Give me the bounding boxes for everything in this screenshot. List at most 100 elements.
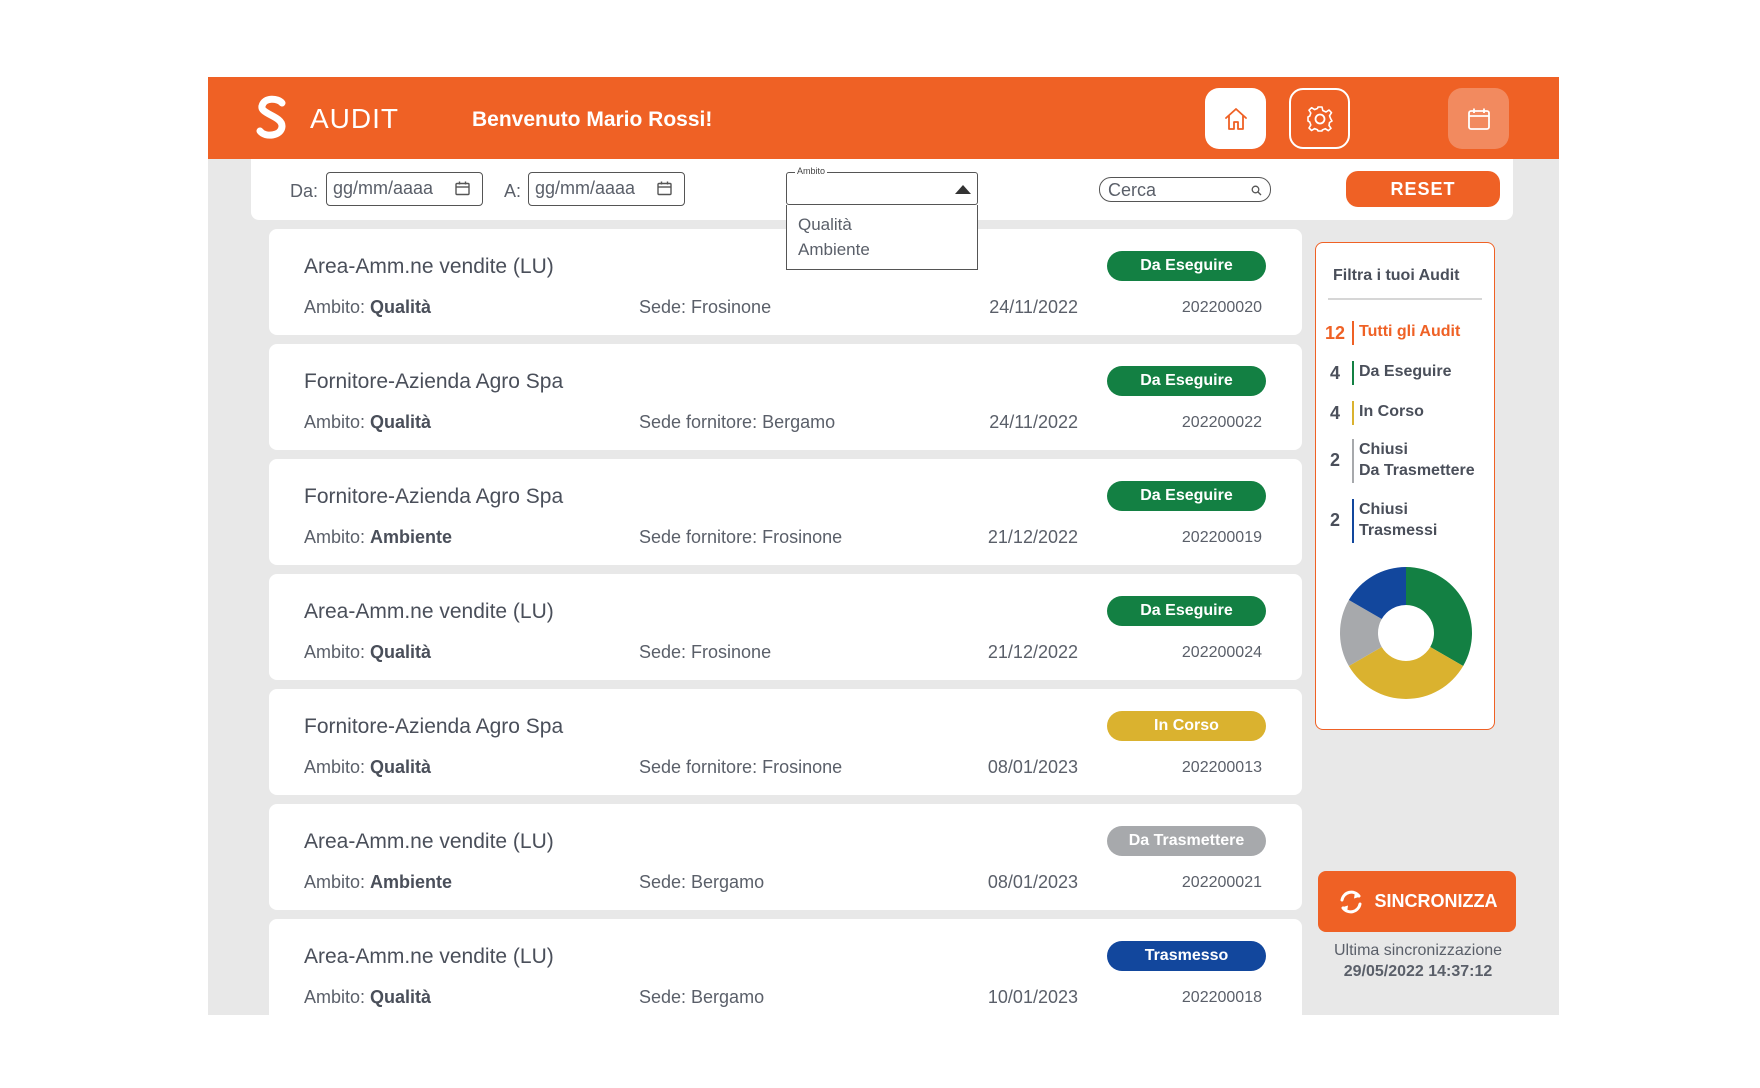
- audit-ambito: Ambito: Ambiente: [304, 527, 452, 548]
- from-date-placeholder: gg/mm/aaaa: [333, 178, 434, 198]
- audit-date: 08/01/2023: [987, 872, 1078, 892]
- from-date-input[interactable]: gg/mm/aaaa: [326, 172, 483, 206]
- audit-code: 202200019: [1181, 529, 1262, 546]
- ambito-legend: Ambito: [795, 166, 828, 176]
- filter-item[interactable]: 2 Chiusi Da Trasmettere: [1324, 439, 1492, 483]
- audit-sede: Sede: Bergamo: [639, 987, 765, 1007]
- ambito-label: Ambito:: [304, 987, 366, 1007]
- audit-card[interactable]: Area-Amm.ne vendite (LU) Ambito: Ambiente…: [269, 804, 1302, 910]
- filter-item-count: 2: [1329, 510, 1340, 530]
- divider: [1328, 298, 1482, 300]
- filter-item-color-bar: [1352, 361, 1354, 385]
- audit-card[interactable]: Fornitore-Azienda Agro Spa Ambito: Qualit…: [269, 689, 1302, 795]
- audit-filter-panel: Filtra i tuoi Audit 12 Tutti gli Audit 4 Da…: [1315, 242, 1495, 730]
- welcome-message: Benvenuto Mario Rossi!: [472, 108, 713, 131]
- audit-ambito: Ambito: Qualità: [304, 412, 431, 433]
- audit-card[interactable]: Fornitore-Azienda Agro Spa Ambito: Ambien…: [269, 459, 1302, 565]
- filter-item-label-line2: Trasmessi: [1359, 522, 1438, 539]
- ambito-label: Ambito:: [304, 412, 366, 432]
- reset-button[interactable]: RESET: [1346, 171, 1500, 207]
- filter-item-label: Da Eseguire: [1359, 361, 1451, 382]
- filter-item[interactable]: 4 In Corso: [1324, 401, 1492, 425]
- filter-item-color-bar: [1352, 401, 1354, 425]
- filter-item-label: Chiusi Trasmessi: [1359, 499, 1437, 541]
- filter-item-count: 12: [1324, 323, 1346, 343]
- calendar-button[interactable]: [1448, 88, 1509, 149]
- audit-ambito: Ambito: Qualità: [304, 757, 431, 778]
- ambito-option-ambiente[interactable]: Ambiente: [787, 238, 977, 263]
- filter-item-label: Tutti gli Audit: [1359, 321, 1460, 342]
- header-bar: AUDIT Benvenuto Mario Rossi!: [208, 77, 1559, 159]
- ambito-label: Ambito:: [304, 527, 366, 547]
- audit-card[interactable]: Area-Amm.ne vendite (LU) Ambito: Qualità S…: [269, 574, 1302, 680]
- caret-up-icon: [955, 185, 971, 194]
- audit-date: 21/12/2022: [987, 527, 1078, 547]
- audit-date: 10/01/2023: [987, 987, 1078, 1007]
- audit-card[interactable]: Area-Amm.ne vendite (LU) Ambito: Qualità S…: [269, 919, 1302, 1015]
- audit-title: Area-Amm.ne vendite (LU): [304, 600, 554, 623]
- filter-item-color-bar: [1352, 499, 1354, 543]
- audit-title: Fornitore-Azienda Agro Spa: [304, 485, 564, 508]
- app-title: AUDIT: [310, 103, 399, 134]
- filter-item-label: Chiusi Da Trasmettere: [1359, 439, 1475, 481]
- filter-item-label-line1: Tutti gli Audit: [1359, 323, 1461, 340]
- audit-sede: Sede: Frosinone: [639, 642, 772, 662]
- ambito-label: Ambito:: [304, 642, 366, 662]
- search-input[interactable]: Cerca: [1099, 177, 1271, 202]
- ambito-option-qualita[interactable]: Qualità: [787, 213, 977, 238]
- calendar-icon: [455, 181, 470, 196]
- to-date-placeholder: gg/mm/aaaa: [535, 178, 636, 198]
- status-badge: Da Trasmettere: [1107, 826, 1266, 856]
- audit-code: 202200022: [1181, 414, 1262, 431]
- donut-slice: [1406, 567, 1472, 666]
- last-sync-value: 29/05/2022 14:37:12: [1343, 963, 1493, 980]
- filter-item[interactable]: 4 Da Eseguire: [1324, 361, 1492, 385]
- audit-sede: Sede fornitore: Frosinone: [639, 757, 843, 777]
- calendar-icon: [657, 181, 672, 196]
- sync-button[interactable]: SINCRONIZZA: [1318, 871, 1516, 932]
- filter-item-count: 2: [1329, 450, 1340, 470]
- home-button[interactable]: [1205, 88, 1266, 149]
- filter-item-color-bar: [1352, 439, 1354, 483]
- ambito-label: Ambito:: [304, 297, 366, 317]
- status-badge: In Corso: [1107, 711, 1266, 741]
- audit-code: 202200021: [1181, 874, 1262, 891]
- sync-button-label: SINCRONIZZA: [1374, 891, 1498, 911]
- audit-title: Area-Amm.ne vendite (LU): [304, 945, 554, 968]
- audit-title: Area-Amm.ne vendite (LU): [304, 255, 554, 278]
- filter-item-label-line2: Da Trasmettere: [1359, 462, 1475, 479]
- gear-icon: [1306, 105, 1333, 132]
- filter-item[interactable]: 12 Tutti gli Audit: [1324, 321, 1492, 345]
- settings-button[interactable]: [1289, 88, 1350, 149]
- home-icon: [1224, 107, 1247, 130]
- status-badge: Da Eseguire: [1107, 251, 1266, 281]
- audit-date: 24/11/2022: [989, 297, 1078, 317]
- filter-item-label-line1: In Corso: [1359, 403, 1424, 420]
- filter-item-label-line1: Chiusi: [1359, 501, 1408, 518]
- ambito-value: Qualità: [370, 642, 432, 662]
- filter-item-label-line1: Da Eseguire: [1359, 363, 1452, 380]
- audit-sede: Sede fornitore: Bergamo: [639, 412, 836, 432]
- logo-icon: [256, 95, 286, 139]
- audit-code: 202200024: [1181, 644, 1262, 661]
- audit-code: 202200013: [1181, 759, 1262, 776]
- filter-item-label-line1: Chiusi: [1359, 441, 1408, 458]
- audit-ambito: Ambito: Qualità: [304, 987, 431, 1008]
- ambito-value: Ambiente: [370, 872, 453, 892]
- ambito-dropdown: Qualità Ambiente: [786, 205, 978, 270]
- audit-title: Fornitore-Azienda Agro Spa: [304, 370, 564, 393]
- to-date-label: A:: [504, 181, 522, 201]
- ambito-select[interactable]: Ambito: [786, 166, 978, 205]
- status-badge: Da Eseguire: [1107, 596, 1266, 626]
- audit-code: 202200018: [1181, 989, 1262, 1006]
- ambito-value: Qualità: [370, 412, 432, 432]
- ambito-label: Ambito:: [304, 872, 366, 892]
- search-icon: [1251, 185, 1262, 196]
- to-date-input[interactable]: gg/mm/aaaa: [528, 172, 685, 206]
- audit-title: Area-Amm.ne vendite (LU): [304, 830, 554, 853]
- audit-card[interactable]: Fornitore-Azienda Agro Spa Ambito: Qualit…: [269, 344, 1302, 450]
- filter-panel-title: Filtra i tuoi Audit: [1333, 267, 1460, 284]
- ambito-label: Ambito:: [304, 757, 366, 777]
- audit-ambito: Ambito: Qualità: [304, 297, 431, 318]
- filter-item[interactable]: 2 Chiusi Trasmessi: [1324, 499, 1492, 543]
